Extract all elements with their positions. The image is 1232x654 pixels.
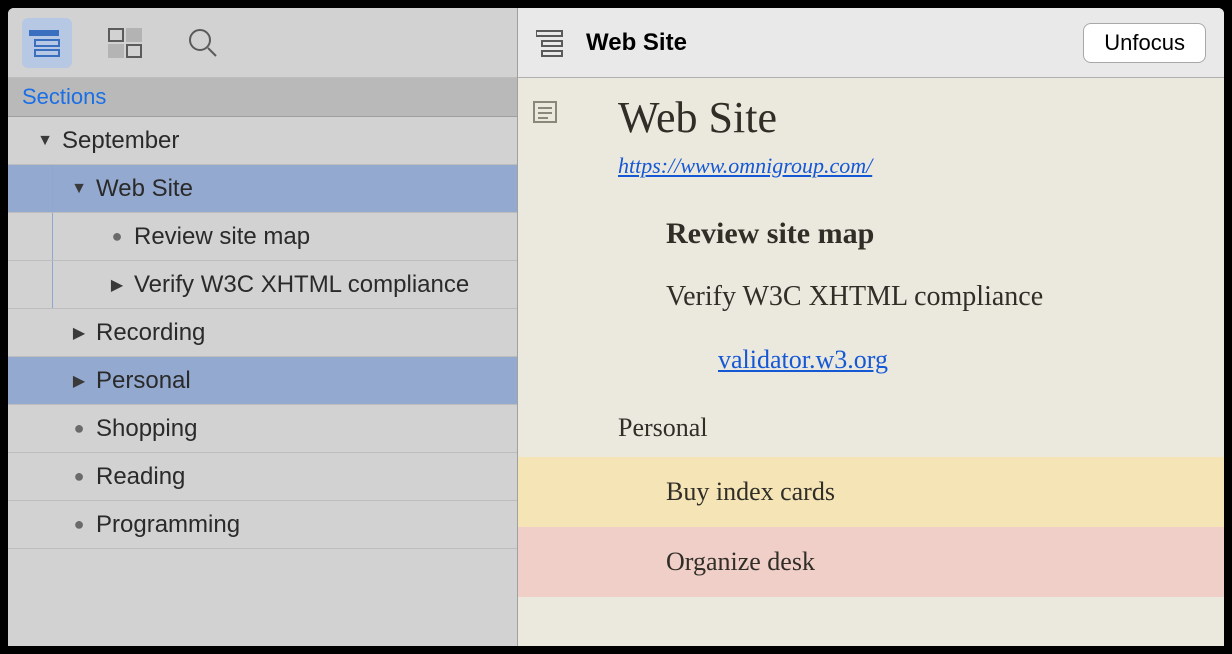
doc-title[interactable]: Web Site xyxy=(518,78,1224,143)
sidebar: Sections ▼ September ▼ Web Site ● Review… xyxy=(8,8,518,646)
validator-link-row: validator.w3.org xyxy=(518,327,1224,403)
bullet-icon: ● xyxy=(68,418,90,439)
tree-row-personal[interactable]: ▶ Personal xyxy=(8,357,517,405)
tree-label: Web Site xyxy=(96,175,509,203)
sidebar-toolbar xyxy=(8,8,517,78)
main-header: Web Site Unfocus xyxy=(518,8,1224,78)
disclosure-right-icon[interactable]: ▶ xyxy=(68,371,90,391)
tree-label: Reading xyxy=(96,463,509,491)
validator-link[interactable]: validator.w3.org xyxy=(718,345,888,374)
tree-label: Review site map xyxy=(134,223,509,251)
styles-view-button[interactable] xyxy=(100,18,150,68)
document-content[interactable]: Web Site https://www.omnigroup.com/ Revi… xyxy=(518,78,1224,646)
app-window: Sections ▼ September ▼ Web Site ● Review… xyxy=(8,8,1224,646)
item-organize-desk[interactable]: Organize desk xyxy=(518,527,1224,597)
tree-label: Programming xyxy=(96,511,509,539)
search-icon xyxy=(187,27,219,59)
tree-label: Verify W3C XHTML compliance xyxy=(134,271,509,299)
tree-row-recording[interactable]: ▶ Recording xyxy=(8,309,517,357)
bullet-icon: ● xyxy=(68,514,90,535)
search-button[interactable] xyxy=(178,18,228,68)
disclosure-right-icon[interactable]: ▶ xyxy=(68,323,90,343)
tree-row-september[interactable]: ▼ September xyxy=(8,117,517,165)
unfocus-button[interactable]: Unfocus xyxy=(1083,23,1206,63)
tree-row-web-site[interactable]: ▼ Web Site xyxy=(8,165,517,213)
note-icon[interactable] xyxy=(532,100,558,129)
tree-row-programming[interactable]: ● Programming xyxy=(8,501,517,549)
doc-url-row: https://www.omnigroup.com/ xyxy=(518,143,1224,201)
bullet-icon: ● xyxy=(106,226,128,247)
tree-row-review-site-map[interactable]: ● Review site map xyxy=(8,213,517,261)
heading-verify[interactable]: Verify W3C XHTML compliance xyxy=(518,267,1224,327)
main-header-title: Web Site xyxy=(586,29,1083,57)
tree-label: Personal xyxy=(96,367,509,395)
doc-url-link[interactable]: https://www.omnigroup.com/ xyxy=(618,153,872,178)
tree-label: September xyxy=(62,127,509,155)
sections-header-label: Sections xyxy=(22,84,106,109)
tree-row-shopping[interactable]: ● Shopping xyxy=(8,405,517,453)
sections-icon xyxy=(29,28,65,58)
tree-label: Recording xyxy=(96,319,509,347)
disclosure-down-icon[interactable]: ▼ xyxy=(68,180,90,198)
sections-tree: ▼ September ▼ Web Site ● Review site map… xyxy=(8,117,517,646)
tree-row-verify-w3c[interactable]: ▶ Verify W3C XHTML compliance xyxy=(8,261,517,309)
heading-review[interactable]: Review site map xyxy=(518,201,1224,267)
sections-header: Sections xyxy=(8,78,517,117)
section-personal[interactable]: Personal xyxy=(518,403,1224,457)
tree-row-reading[interactable]: ● Reading xyxy=(8,453,517,501)
main-pane: Web Site Unfocus Web Site https://www.om… xyxy=(518,8,1224,646)
bullet-icon: ● xyxy=(68,466,90,487)
sections-view-button[interactable] xyxy=(22,18,72,68)
disclosure-down-icon[interactable]: ▼ xyxy=(34,132,56,150)
disclosure-right-icon[interactable]: ▶ xyxy=(106,275,128,295)
outline-icon xyxy=(536,29,568,57)
tree-label: Shopping xyxy=(96,415,509,443)
item-buy-index-cards[interactable]: Buy index cards xyxy=(518,457,1224,527)
styles-icon xyxy=(108,28,142,58)
